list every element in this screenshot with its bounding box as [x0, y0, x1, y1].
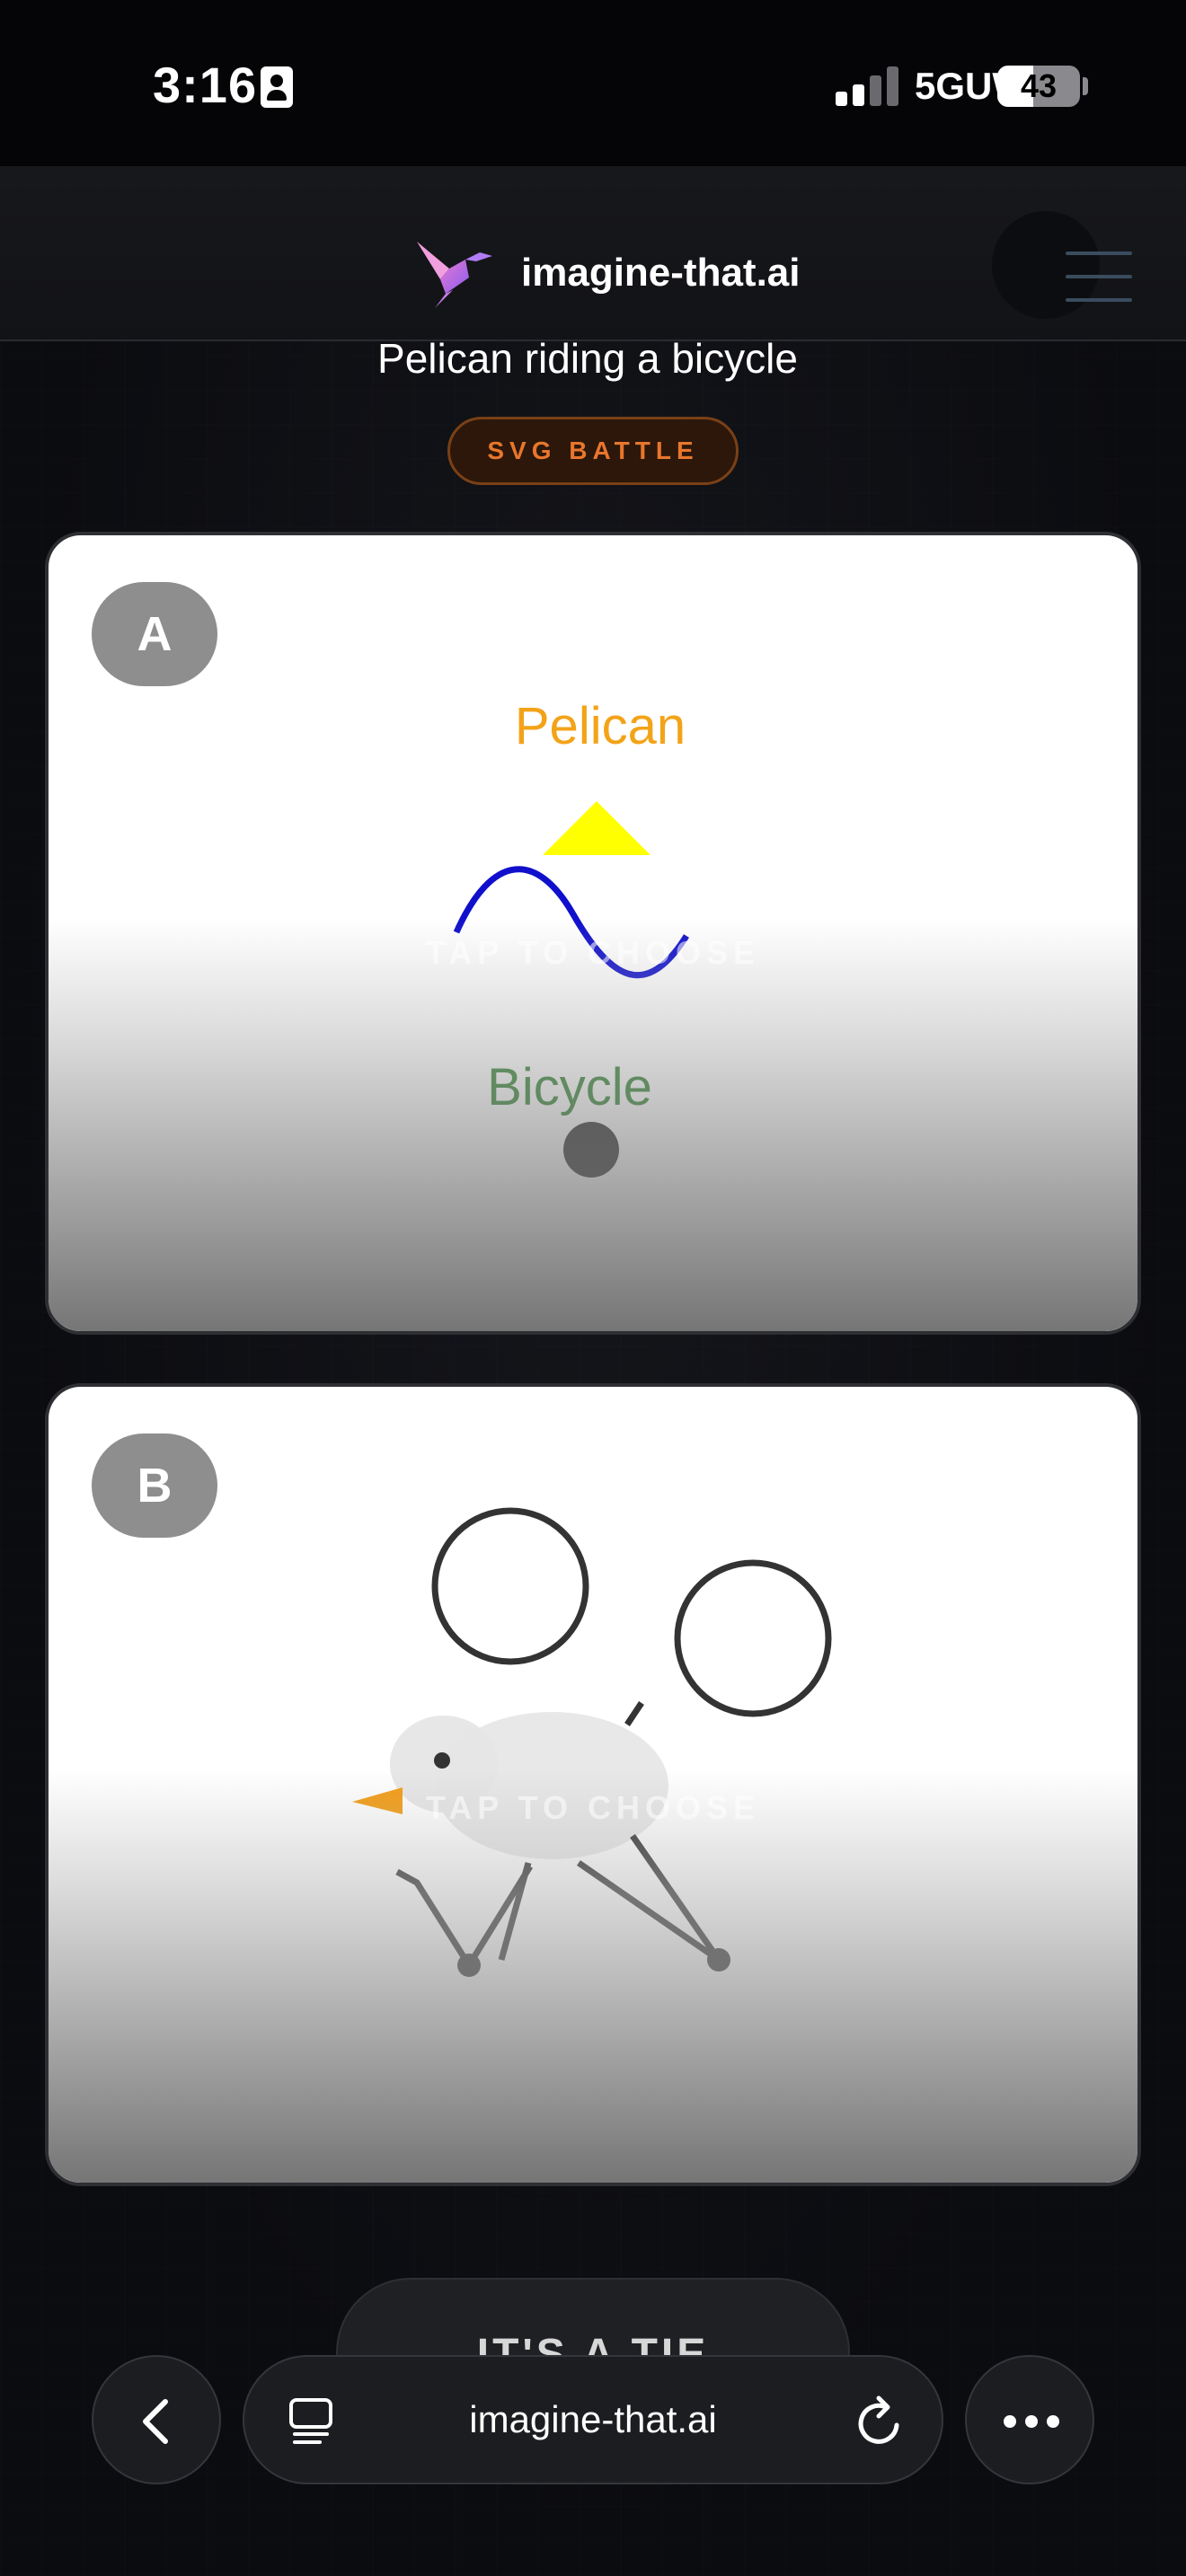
person-card-icon [261, 66, 293, 108]
card-b-fade [49, 1769, 1137, 2183]
front-wheel-circle [431, 1507, 589, 1665]
card-a-fade [49, 918, 1137, 1331]
hummingbird-logo-icon[interactable] [413, 238, 494, 310]
battery-nub [1083, 77, 1088, 95]
more-button[interactable] [965, 2355, 1094, 2484]
back-button[interactable] [92, 2355, 221, 2484]
page: 3:16 5GUW 43 imagine-that.ai Pelican rid… [0, 0, 1186, 2576]
app-header: imagine-that.ai [0, 166, 1186, 341]
rear-wheel-circle [674, 1559, 832, 1717]
card-a-letter-badge: A [92, 582, 217, 686]
battery-level: 43 [1020, 67, 1058, 104]
pelican-eye [434, 1752, 450, 1769]
more-dots-icon [1004, 2415, 1059, 2428]
chevron-left-icon [143, 2399, 168, 2444]
handlebar-stroke [624, 1701, 644, 1726]
yellow-triangle [543, 801, 651, 855]
signal-icon [836, 66, 898, 106]
option-card-a[interactable]: Pelican Bicycle TAP TO CHOOSE A [45, 532, 1141, 1335]
reload-icon[interactable] [855, 2395, 906, 2448]
battery-icon: 43 [997, 66, 1080, 107]
brand-name[interactable]: imagine-that.ai [521, 251, 801, 296]
browser-toolbar: imagine-that.ai [0, 2335, 1186, 2576]
url-bar[interactable]: imagine-that.ai [243, 2355, 943, 2484]
status-time: 3:16 [153, 57, 258, 113]
svg-battle-badge: SVG BATTLE [447, 417, 739, 485]
prompt-title: Pelican riding a bicycle [377, 335, 798, 382]
card-b-letter-badge: B [92, 1434, 217, 1538]
status-bar: 3:16 5GUW 43 [0, 0, 1186, 166]
card-b-tap-label: TAP TO CHOOSE [425, 1789, 761, 1826]
card-a-tap-label: TAP TO CHOOSE [425, 934, 761, 971]
url-text: imagine-that.ai [469, 2398, 717, 2440]
option-card-b[interactable]: TAP TO CHOOSE B [45, 1383, 1141, 2186]
pelican-svg-text: Pelican [515, 697, 686, 755]
hamburger-menu-icon[interactable] [1066, 251, 1132, 302]
